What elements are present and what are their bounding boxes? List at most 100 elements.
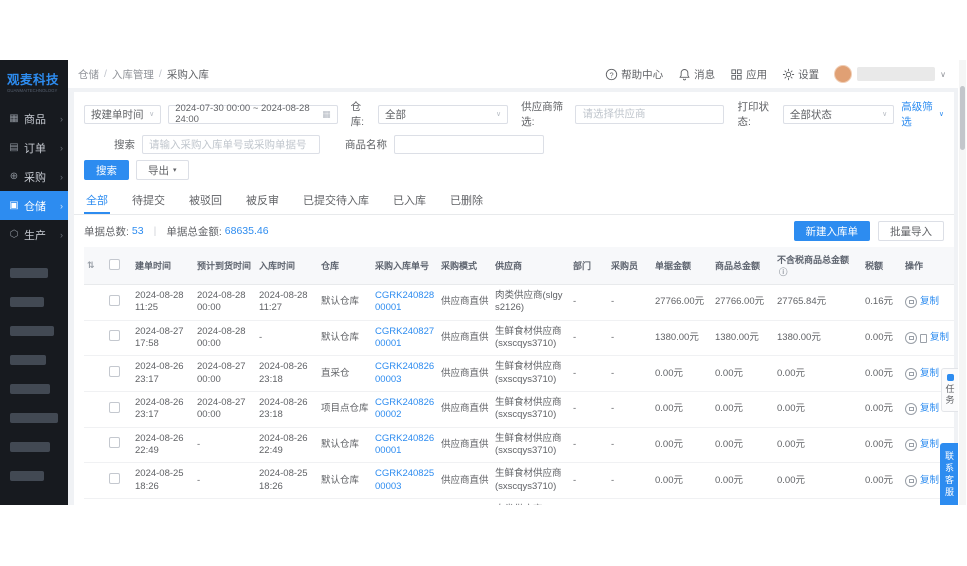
tab-rejected[interactable]: 被驳回 xyxy=(187,187,224,214)
copy-link[interactable]: 复制 xyxy=(930,332,949,344)
tab-inbound-done[interactable]: 已入库 xyxy=(391,187,428,214)
export-button[interactable]: 导出 ▾ xyxy=(136,160,189,180)
order-number-link[interactable]: CGRK24082600002 xyxy=(375,397,434,420)
tab-review-reverted[interactable]: 被反审 xyxy=(244,187,281,214)
tab-all[interactable]: 全部 xyxy=(84,187,110,214)
copy-link[interactable]: 复制 xyxy=(920,403,939,415)
print-status-select[interactable]: 全部状态 ∨ xyxy=(783,105,894,124)
order-number-link[interactable]: CGRK24082500003 xyxy=(375,468,434,491)
select-all-checkbox[interactable] xyxy=(109,259,120,270)
brand-logo[interactable]: 观麦科技 GUANMAITECHNOLOGY xyxy=(0,60,68,102)
tab-deleted[interactable]: 已删除 xyxy=(448,187,485,214)
apps-action[interactable]: 应用 xyxy=(730,67,767,82)
row-checkbox[interactable] xyxy=(109,402,120,413)
buyer-cell: - xyxy=(608,320,652,356)
print-icon[interactable] xyxy=(905,332,917,344)
chevron-right-icon: › xyxy=(60,230,63,240)
sidebar-item-label: 仓储 xyxy=(24,198,46,214)
supplier-cell: 肉类供应商(slgys2126) xyxy=(492,499,570,505)
tax-cell: 0.00元 xyxy=(862,463,902,499)
column-header: 部门 xyxy=(570,247,608,285)
copy-link[interactable]: 复制 xyxy=(920,439,939,451)
svg-text:?: ? xyxy=(610,70,614,79)
order-number-link[interactable]: CGRK24082600003 xyxy=(375,361,434,384)
date-range-picker[interactable]: 2024-07-30 00:00 ~ 2024-08-28 24:00 ▦ xyxy=(168,105,337,124)
new-inbound-button[interactable]: 新建入库单 xyxy=(794,221,871,241)
order-number-link[interactable]: CGRK24082700001 xyxy=(375,326,434,349)
warehouse-filter-label: 仓库: xyxy=(351,99,371,129)
scrollbar-thumb[interactable] xyxy=(960,86,965,150)
tab-to-submit[interactable]: 待提交 xyxy=(130,187,167,214)
customer-service-label: 联系客服 xyxy=(943,451,956,499)
row-checkbox[interactable] xyxy=(109,366,120,377)
customer-service-ribbon[interactable]: 联系客服 xyxy=(940,443,958,505)
copy-link[interactable]: 复制 xyxy=(920,296,939,308)
column-header: 操作 xyxy=(902,247,954,285)
redacted-menu-item[interactable] xyxy=(10,471,44,481)
total-amount-value: 68635.46 xyxy=(225,225,269,237)
redacted-menu-item[interactable] xyxy=(10,355,46,365)
print-icon[interactable] xyxy=(905,439,917,451)
expand-cell xyxy=(84,463,106,499)
messages-action[interactable]: 消息 xyxy=(678,67,715,82)
row-checkbox[interactable] xyxy=(109,473,120,484)
order-search-input[interactable] xyxy=(142,135,320,154)
copy-link[interactable]: 复制 xyxy=(920,475,939,487)
goods-cell: 0.00元 xyxy=(712,356,774,392)
time-type-select[interactable]: 按建单时间 ∨ xyxy=(84,105,161,124)
dept-cell: - xyxy=(570,285,608,321)
order-number-link[interactable]: CGRK24082600001 xyxy=(375,433,434,456)
checkbox-cell xyxy=(106,499,132,505)
apps-icon xyxy=(730,68,743,81)
help-action[interactable]: ?帮助中心 xyxy=(605,67,663,82)
bell-icon xyxy=(678,68,691,81)
search-button[interactable]: 搜索 xyxy=(84,160,129,180)
redacted-menu-item[interactable] xyxy=(10,268,48,278)
order-cell: CGRK24082500003 xyxy=(372,463,438,499)
breadcrumb-item[interactable]: 入库管理 xyxy=(112,67,154,82)
print-icon[interactable] xyxy=(905,403,917,415)
warehouse-cell: 默认仓库 xyxy=(318,463,372,499)
row-checkbox[interactable] xyxy=(109,295,120,306)
redacted-menu-item[interactable] xyxy=(10,297,44,307)
row-checkbox[interactable] xyxy=(109,437,120,448)
user-menu[interactable]: ∨ xyxy=(834,65,946,83)
mode-cell: 供应商直供 xyxy=(438,392,492,428)
copy-link[interactable]: 复制 xyxy=(920,368,939,380)
tab-submitted-pending[interactable]: 已提交待入库 xyxy=(301,187,371,214)
product-name-input[interactable] xyxy=(394,135,544,154)
print-icon[interactable] xyxy=(905,475,917,487)
expected-cell: - xyxy=(194,499,256,505)
task-panel-tab[interactable]: 任务 xyxy=(941,368,958,412)
created-cell: 2024-08-28 11:25 xyxy=(132,285,194,321)
warehouse-select[interactable]: 全部 ∨ xyxy=(378,105,508,124)
info-icon[interactable]: ⓘ xyxy=(779,267,788,277)
sidebar-item-production[interactable]: ⬡生产› xyxy=(0,220,68,249)
sidebar-item-orders[interactable]: ▤订单› xyxy=(0,133,68,162)
redacted-menu-item[interactable] xyxy=(10,413,58,423)
redacted-menu-item[interactable] xyxy=(10,326,54,336)
redacted-menu-item[interactable] xyxy=(10,384,50,394)
order-number-link[interactable]: CGRK24082500002 xyxy=(375,504,434,505)
sidebar-item-purchase[interactable]: ⊕采购› xyxy=(0,162,68,191)
sidebar-item-goods[interactable]: ▦商品› xyxy=(0,104,68,133)
expand-all-icon[interactable]: ⇅ xyxy=(87,260,95,270)
print-icon[interactable] xyxy=(905,296,917,308)
print-icon[interactable] xyxy=(905,368,917,380)
row-checkbox[interactable] xyxy=(109,330,120,341)
document-icon[interactable] xyxy=(920,334,927,343)
redacted-menu-item[interactable] xyxy=(10,442,50,452)
advanced-filter-link[interactable]: 高级筛选 ∨ xyxy=(901,99,944,129)
tax-cell: 0.00元 xyxy=(862,499,902,505)
task-label: 任务 xyxy=(944,384,957,406)
batch-import-button[interactable]: 批量导入 xyxy=(878,221,944,241)
supplier-filter-input[interactable] xyxy=(575,105,724,124)
sidebar-item-warehouse[interactable]: ▣仓储› xyxy=(0,191,68,220)
supplier-cell: 生鲜食材供应商(sxscqys3710) xyxy=(492,392,570,428)
avatar[interactable] xyxy=(834,65,852,83)
order-number-link[interactable]: CGRK24082800001 xyxy=(375,290,434,313)
doc-count-label: 单据总数: xyxy=(84,224,129,239)
column-header-label: 采购模式 xyxy=(441,261,477,271)
breadcrumb-item[interactable]: 仓储 xyxy=(78,67,99,82)
settings-action[interactable]: 设置 xyxy=(782,67,819,82)
